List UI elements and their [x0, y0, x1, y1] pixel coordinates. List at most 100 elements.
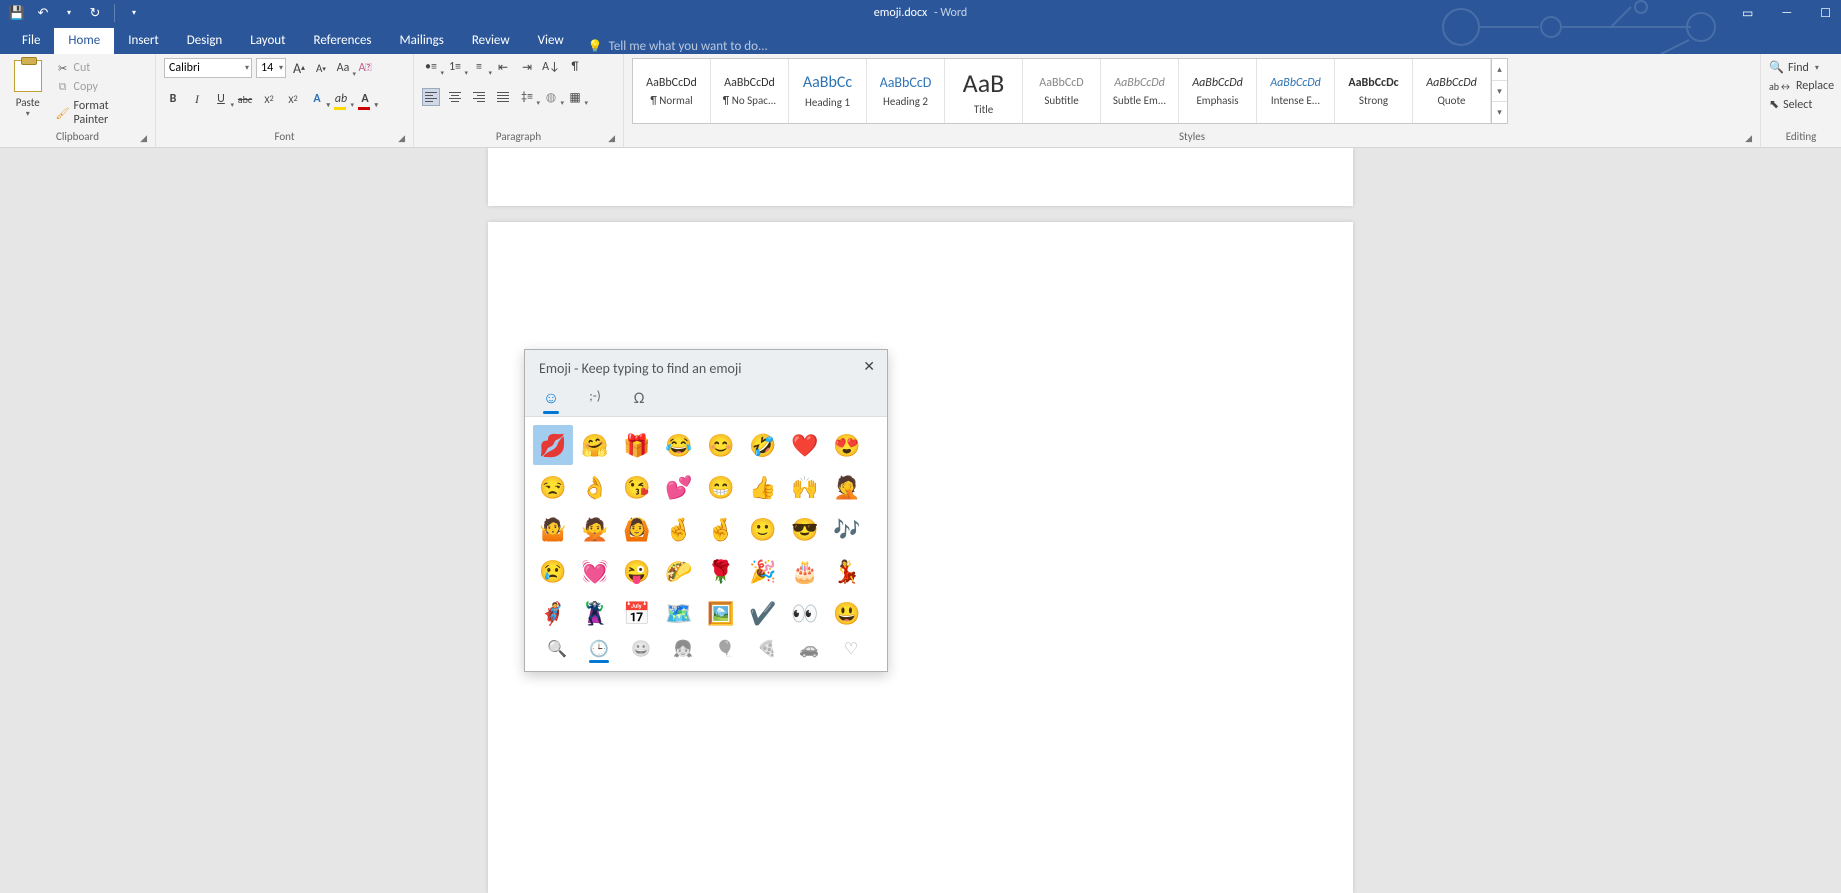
redo-icon[interactable]: ↻	[84, 2, 106, 24]
emoji-cell[interactable]: 🎁	[617, 425, 657, 465]
font-color-icon[interactable]: A▾	[356, 90, 374, 108]
emoji-cell[interactable]: 💋	[533, 425, 573, 465]
style-intense-e---[interactable]: AaBbCcDdIntense E...	[1257, 59, 1335, 123]
highlight-color-icon[interactable]: ab▾	[332, 90, 350, 108]
emoji-cell[interactable]: 😒	[533, 467, 573, 507]
tab-view[interactable]: View	[524, 28, 578, 54]
tab-home[interactable]: Home	[54, 28, 114, 54]
style---normal[interactable]: AaBbCcDd¶ Normal	[633, 59, 711, 123]
emoji-cell[interactable]: 🖼️	[701, 593, 741, 633]
emoji-cell[interactable]: 🌮	[659, 551, 699, 591]
emoji-cell[interactable]: 😊	[701, 425, 741, 465]
strikethrough-button[interactable]: abc	[236, 90, 254, 108]
line-spacing-icon[interactable]: ‡≡▾	[518, 88, 536, 106]
emoji-cell[interactable]: 😃	[827, 593, 867, 633]
emoji-cell[interactable]: 🤣	[743, 425, 783, 465]
align-center-icon[interactable]	[446, 88, 464, 106]
select-button[interactable]: ⬉Select	[1769, 97, 1834, 112]
subscript-button[interactable]: X2	[260, 90, 278, 108]
format-painter-button[interactable]: 🖌Format Painter	[54, 98, 147, 128]
style-emphasis[interactable]: AaBbCcDdEmphasis	[1179, 59, 1257, 123]
tab-mailings[interactable]: Mailings	[386, 28, 458, 54]
shrink-font-icon[interactable]: A▾	[312, 59, 330, 77]
emoji-cell[interactable]: 😎	[785, 509, 825, 549]
emoji-cell[interactable]: 🙂	[743, 509, 783, 549]
style-strong[interactable]: AaBbCcDcStrong	[1335, 59, 1413, 123]
emoji-cell[interactable]: ✔️	[743, 593, 783, 633]
emoji-cell[interactable]: 😍	[827, 425, 867, 465]
replace-button[interactable]: ab↔Replace	[1769, 79, 1834, 93]
document-area[interactable]	[0, 148, 1841, 893]
style-subtle-em---[interactable]: AaBbCcDdSubtle Em...	[1101, 59, 1179, 123]
style-heading-2[interactable]: AaBbCcDHeading 2	[867, 59, 945, 123]
emoji-category-search[interactable]: 🔍	[545, 639, 569, 659]
save-icon[interactable]: 💾	[6, 2, 28, 24]
styles-more-icon[interactable]: ▾	[1492, 102, 1507, 123]
emoji-cell[interactable]: 🎉	[743, 551, 783, 591]
emoji-cell[interactable]: 🦹	[575, 593, 615, 633]
font-size-combo[interactable]: 14▾	[256, 58, 286, 78]
increase-indent-icon[interactable]: ⇥	[518, 58, 536, 76]
emoji-cell[interactable]: 😁	[701, 467, 741, 507]
emoji-tab-symbols[interactable]: Ω	[627, 389, 651, 408]
emoji-cell[interactable]: 💃	[827, 551, 867, 591]
paste-dropdown-icon[interactable]: ▾	[26, 109, 30, 119]
emoji-cell[interactable]: 🦸	[533, 593, 573, 633]
emoji-cell[interactable]: 🙅	[575, 509, 615, 549]
undo-icon[interactable]: ↶	[32, 2, 54, 24]
style-title[interactable]: AaBTitle	[945, 59, 1023, 123]
underline-button[interactable]: U▾	[212, 90, 230, 108]
copy-button[interactable]: ⧉Copy	[54, 79, 147, 95]
emoji-cell[interactable]: ❤️	[785, 425, 825, 465]
emoji-cell[interactable]: 👍	[743, 467, 783, 507]
align-left-icon[interactable]	[422, 88, 440, 106]
justify-icon[interactable]	[494, 88, 512, 106]
close-icon[interactable]: ✕	[859, 356, 879, 377]
align-right-icon[interactable]	[470, 88, 488, 106]
qat-customize-icon[interactable]: ▾	[123, 2, 145, 24]
borders-icon[interactable]: ▦▾	[566, 88, 584, 106]
superscript-button[interactable]: X2	[284, 90, 302, 108]
bold-button[interactable]: B	[164, 90, 182, 108]
emoji-category-celebration[interactable]: 🎈	[713, 639, 737, 659]
font-name-combo[interactable]: Calibri▾	[164, 58, 252, 78]
ribbon-display-icon[interactable]: ▭	[1736, 6, 1759, 21]
numbering-icon[interactable]: 1≡▾	[446, 58, 464, 76]
cut-button[interactable]: ✂Cut	[54, 60, 147, 76]
style-quote[interactable]: AaBbCcDdQuote	[1413, 59, 1491, 123]
emoji-category-heart[interactable]: ♡	[839, 639, 863, 659]
emoji-cell[interactable]: 🙌	[785, 467, 825, 507]
emoji-tab-kaomoji[interactable]: ;-)	[583, 389, 607, 408]
tab-insert[interactable]: Insert	[114, 28, 173, 54]
emoji-cell[interactable]: 🤞	[701, 509, 741, 549]
styles-scroll-icon[interactable]: ▴	[1492, 59, 1507, 81]
emoji-category-recent[interactable]: 🕒	[587, 639, 611, 659]
shading-icon[interactable]: ◍▾	[542, 88, 560, 106]
emoji-cell[interactable]: 😢	[533, 551, 573, 591]
style---no-spac---[interactable]: AaBbCcDd¶ No Spac...	[711, 59, 789, 123]
emoji-cell[interactable]: 🤞	[659, 509, 699, 549]
emoji-cell[interactable]: 🎶	[827, 509, 867, 549]
styles-launcher-icon[interactable]: ◢	[1745, 133, 1752, 144]
maximize-icon[interactable]: ☐	[1814, 6, 1837, 21]
emoji-cell[interactable]: 👀	[785, 593, 825, 633]
tell-me-search[interactable]: 💡 Tell me what you want to do...	[588, 39, 768, 54]
emoji-cell[interactable]: 💕	[659, 467, 699, 507]
tab-references[interactable]: References	[300, 28, 386, 54]
emoji-cell[interactable]: 🤦	[827, 467, 867, 507]
style-subtitle[interactable]: AaBbCcDSubtitle	[1023, 59, 1101, 123]
paragraph-launcher-icon[interactable]: ◢	[608, 133, 615, 144]
emoji-category-people[interactable]: 👧	[671, 639, 695, 659]
emoji-cell[interactable]: 😂	[659, 425, 699, 465]
styles-gallery[interactable]: AaBbCcDd¶ NormalAaBbCcDd¶ No Spac... AaBb…	[632, 58, 1508, 124]
bullets-icon[interactable]: •≡▾	[422, 58, 440, 76]
font-launcher-icon[interactable]: ◢	[398, 133, 405, 144]
tab-review[interactable]: Review	[458, 28, 524, 54]
clipboard-launcher-icon[interactable]: ◢	[140, 133, 147, 144]
change-case-icon[interactable]: Aa▾	[334, 59, 352, 77]
undo-dropdown-icon[interactable]: ▾	[58, 2, 80, 24]
emoji-cell[interactable]: 🙆	[617, 509, 657, 549]
emoji-cell[interactable]: 👌	[575, 467, 615, 507]
emoji-cell[interactable]: 🤗	[575, 425, 615, 465]
paste-button[interactable]: Paste ▾	[8, 58, 48, 119]
